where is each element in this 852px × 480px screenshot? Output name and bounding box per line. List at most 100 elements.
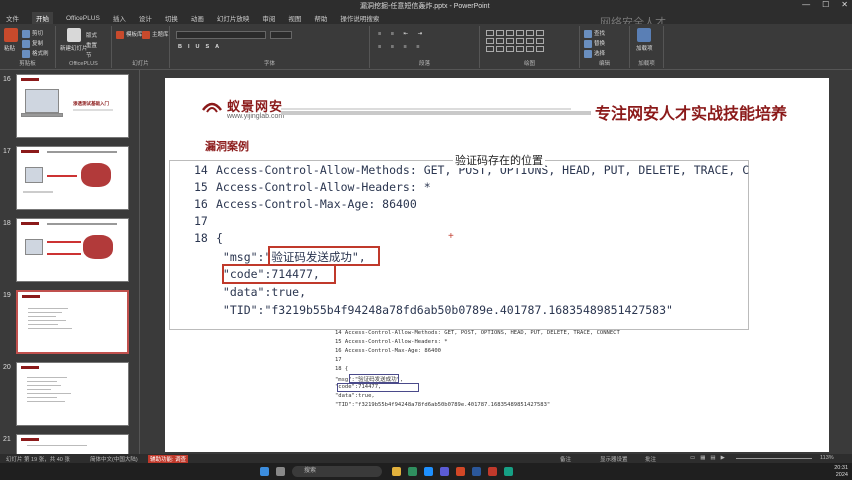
thumb-number: 20 (3, 364, 11, 371)
code-highlight-box (222, 264, 336, 284)
current-slide[interactable]: 蚁景网安 www.yijinglab.com 专注网安人才实战技能培养 漏洞案例… (165, 78, 829, 452)
tab-help[interactable]: 帮助 (314, 13, 327, 23)
slide-thumbnails-pane[interactable]: 16 渗透测试基础入门 17 18 19 20 21 (0, 70, 140, 454)
callout-text: 验证码存在的位置 (453, 152, 545, 168)
find-button[interactable]: 查找 (584, 29, 605, 38)
group-clipboard: 粘贴 剪切 复制 格式刷 剪贴板 (0, 26, 56, 68)
tab-insert[interactable]: 插入 (113, 13, 126, 23)
slide-tagline: 专注网安人才实战技能培养 (595, 106, 788, 123)
language-status[interactable]: 简体中文(中国大陆) (90, 455, 138, 463)
select-button[interactable]: 选择 (584, 49, 605, 58)
logo-url: www.yijinglab.com (227, 113, 285, 120)
copy-button[interactable]: 复制 (22, 39, 43, 48)
header-divider (281, 111, 591, 115)
font-name-select[interactable] (176, 31, 266, 39)
powerpoint-icon[interactable] (456, 467, 465, 476)
app-icon[interactable] (504, 467, 513, 476)
layout-button[interactable]: 版式 (86, 31, 97, 39)
notes-button[interactable]: 备注 (560, 455, 571, 463)
new-slide-button[interactable]: 新建幻灯片 (60, 28, 88, 52)
code-line: 17 (194, 214, 208, 228)
maximize-icon[interactable]: ☐ (822, 0, 829, 9)
start-icon[interactable] (260, 467, 269, 476)
accessibility-status[interactable]: 辅助功能: 调查 (148, 455, 189, 463)
file-explorer-icon[interactable] (392, 467, 401, 476)
slide-thumbnail-20[interactable] (16, 362, 129, 426)
slide-thumbnail-18[interactable] (16, 218, 129, 282)
shapes-gallery[interactable] (486, 30, 544, 52)
tab-file[interactable]: 文件 (6, 13, 19, 23)
tab-home[interactable]: 开始 (32, 11, 53, 25)
window-controls: — ☐ ✕ (802, 0, 848, 9)
group-label-drawing: 绘图 (523, 61, 535, 67)
group-drawing: 绘图 (480, 26, 580, 68)
cut-button[interactable]: 剪切 (22, 29, 43, 38)
system-clock[interactable]: 20:31 2024 (834, 465, 848, 479)
slide-thumbnail-19[interactable] (16, 290, 129, 354)
search-icon (584, 29, 592, 38)
app-icon[interactable] (408, 467, 417, 476)
slide-editor[interactable]: 蚁景网安 www.yijinglab.com 专注网安人才实战技能培养 漏洞案例… (141, 70, 852, 454)
slide-thumbnail-16[interactable]: 渗透测试基础入门 (16, 74, 129, 138)
group-label-clipboard: 剪贴板 (19, 61, 36, 67)
zoom-level[interactable]: 113% (820, 455, 834, 461)
tab-view[interactable]: 视图 (288, 13, 301, 23)
view-buttons[interactable]: ▭▦▤▶ (690, 455, 730, 461)
addins-icon (637, 28, 652, 42)
group-slides: 模板库 主题库 幻灯片 (112, 26, 170, 68)
group-editing: 查找 替换 选择 编辑 (580, 26, 630, 68)
cursor-icon (584, 49, 592, 58)
addins-button[interactable]: 加载项 (636, 28, 653, 52)
brush-icon (22, 49, 30, 58)
header-divider (281, 108, 571, 110)
tab-review[interactable]: 审阅 (262, 13, 275, 23)
word-icon[interactable] (472, 467, 481, 476)
display-settings-button[interactable]: 显示器设置 (600, 455, 628, 463)
section-title: 漏洞案例 (205, 141, 249, 153)
font-size-select[interactable] (270, 31, 292, 39)
template-library-button[interactable]: 模板库 (116, 30, 143, 39)
zoom-slider[interactable] (736, 458, 812, 459)
tab-transitions[interactable]: 切换 (165, 13, 178, 23)
slide-thumbnail-17[interactable] (16, 146, 129, 210)
group-label-font: 字体 (263, 61, 275, 67)
new-slide-icon (66, 28, 81, 42)
thumb-number: 19 (3, 292, 11, 299)
code-line: "TID":"f3219b55b4f94248a78fd6ab50b0789e.… (216, 303, 673, 317)
align-buttons[interactable]: ≡ ≡ ≡ ≡ (378, 44, 423, 50)
ribbon-tabs: 文件 开始 OfficePLUS 插入 设计 切换 动画 幻灯片放映 审阅 视图… (0, 11, 852, 29)
title-bar: 漏洞挖掘-任意短信轰炸.pptx - PowerPoint — ☐ ✕ (0, 0, 852, 12)
taskbar: 搜索 20:31 2024 (0, 463, 852, 480)
thumb-caption: 渗透测试基础入门 (73, 101, 109, 106)
code-line: "data":true, (216, 285, 307, 299)
browser-icon[interactable] (424, 467, 433, 476)
tab-design[interactable]: 设计 (139, 13, 152, 23)
slide-thumbnail-21[interactable] (16, 434, 129, 454)
list-buttons[interactable]: ≡ ≡ ⇤ ⇥ (378, 31, 426, 37)
format-painter-button[interactable]: 格式刷 (22, 49, 49, 58)
comments-button[interactable]: 批注 (645, 455, 656, 463)
tell-me-search[interactable]: 操作说明搜索 (340, 13, 379, 23)
mouse-cursor-icon: + (448, 231, 454, 242)
font-format-buttons[interactable]: BIUSA (178, 44, 225, 50)
minimize-icon[interactable]: — (802, 0, 810, 9)
theme-library-button[interactable]: 主题库 (142, 30, 169, 39)
tab-animations[interactable]: 动画 (191, 13, 204, 23)
group-label-slides: 幻灯片 (132, 61, 149, 67)
code-line: 15 Access-Control-Allow-Headers: * (194, 180, 431, 194)
reset-button[interactable]: 重置 (86, 41, 97, 49)
section-button[interactable]: 节 (86, 51, 92, 59)
http-response-screenshot[interactable]: 14 Access-Control-Allow-Methods: GET, POS… (169, 160, 749, 330)
template-icon (116, 30, 124, 39)
tab-officeplus[interactable]: OfficePLUS (66, 15, 100, 22)
widgets-icon[interactable] (276, 467, 285, 476)
app-icon[interactable] (440, 467, 449, 476)
taskbar-search[interactable]: 搜索 (292, 466, 382, 477)
thumb-number: 17 (3, 148, 11, 155)
replace-button[interactable]: 替换 (584, 39, 605, 48)
paste-button[interactable]: 粘贴 (4, 28, 18, 52)
group-addins: 加载项 加载项 (630, 26, 664, 68)
app-icon[interactable] (488, 467, 497, 476)
tab-slideshow[interactable]: 幻灯片放映 (217, 13, 250, 23)
close-icon[interactable]: ✕ (841, 0, 848, 9)
